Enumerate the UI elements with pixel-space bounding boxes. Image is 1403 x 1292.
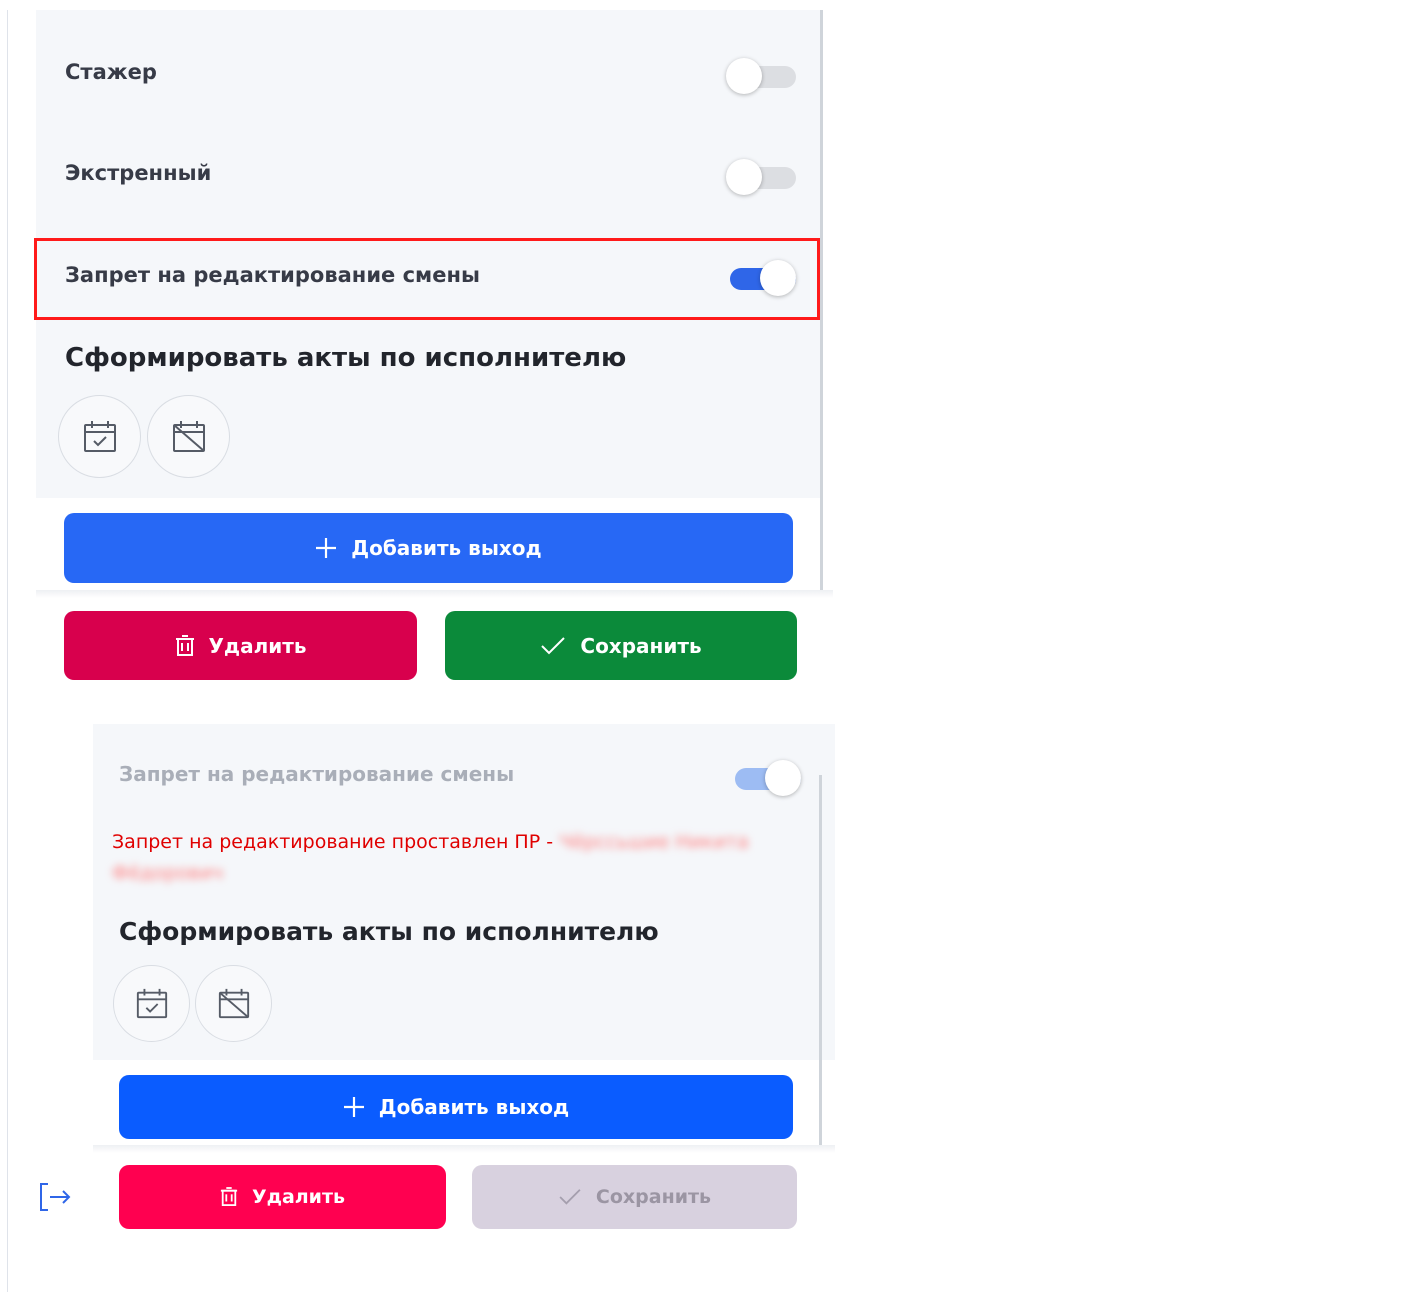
cancel-acts-button[interactable] xyxy=(147,395,230,478)
logout-icon xyxy=(40,1183,71,1211)
row-label-edit-lock: Запрет на редактирование смены xyxy=(65,263,480,287)
warning-author-name-line2: Фёдорович xyxy=(112,862,224,884)
generate-acts-button-bottom[interactable] xyxy=(113,965,190,1042)
save-label-bottom: Сохранить xyxy=(595,1186,712,1208)
row-label-edit-lock-disabled: Запрет на редактирование смены xyxy=(119,762,515,786)
calendar-cross-icon xyxy=(218,988,249,1018)
panel-bottom-shadow-bottom xyxy=(93,1145,835,1153)
add-exit-button-bottom[interactable]: Добавить выход xyxy=(119,1075,793,1139)
save-label: Сохранить xyxy=(580,633,702,658)
warning-text: Запрет на редактирование проставлен ПР - xyxy=(112,831,560,853)
trash-icon xyxy=(175,634,194,656)
plus-icon xyxy=(316,538,337,558)
page-left-border xyxy=(7,10,8,1292)
row-label-intern: Стажер xyxy=(65,60,157,84)
delete-label: Удалить xyxy=(208,633,307,658)
cancel-acts-button-bottom[interactable] xyxy=(195,965,272,1042)
add-exit-button[interactable]: Добавить выход xyxy=(64,513,793,583)
edit-lock-warning: Запрет на редактирование проставлен ПР -… xyxy=(112,831,749,853)
delete-label-bottom: Удалить xyxy=(251,1186,346,1208)
section-title-acts-bottom: Сформировать акты по исполнителю xyxy=(119,917,659,946)
warning-author-name: Чёрссьшие Никита xyxy=(559,831,749,853)
save-button[interactable]: Сохранить xyxy=(445,611,797,680)
row-label-emergency: Экстренный xyxy=(65,161,212,185)
calendar-cross-icon xyxy=(172,420,205,452)
toggle-intern[interactable] xyxy=(726,54,796,94)
trash-icon xyxy=(220,1187,238,1206)
calendar-check-icon xyxy=(83,420,116,452)
toggle-edit-lock-disabled[interactable] xyxy=(731,756,801,796)
delete-button[interactable]: Удалить xyxy=(64,611,417,680)
add-exit-label: Добавить выход xyxy=(351,536,542,560)
plus-icon xyxy=(343,1097,364,1117)
panel-bottom-shadow-top xyxy=(36,590,833,598)
generate-acts-button[interactable] xyxy=(58,395,141,478)
delete-button-bottom[interactable]: Удалить xyxy=(119,1165,446,1229)
scrollbar-track-bottom[interactable] xyxy=(819,775,822,1151)
toggle-edit-lock[interactable] xyxy=(726,256,796,296)
add-exit-label-bottom: Добавить выход xyxy=(378,1095,570,1119)
check-icon xyxy=(541,636,566,654)
check-icon xyxy=(559,1189,581,1205)
save-button-disabled[interactable]: Сохранить xyxy=(472,1165,797,1229)
toggle-emergency[interactable] xyxy=(726,155,796,195)
logout-button[interactable] xyxy=(38,1180,74,1214)
calendar-check-icon xyxy=(136,988,167,1018)
scrollbar-track-top[interactable] xyxy=(820,10,823,596)
section-title-acts: Сформировать акты по исполнителю xyxy=(65,343,627,373)
